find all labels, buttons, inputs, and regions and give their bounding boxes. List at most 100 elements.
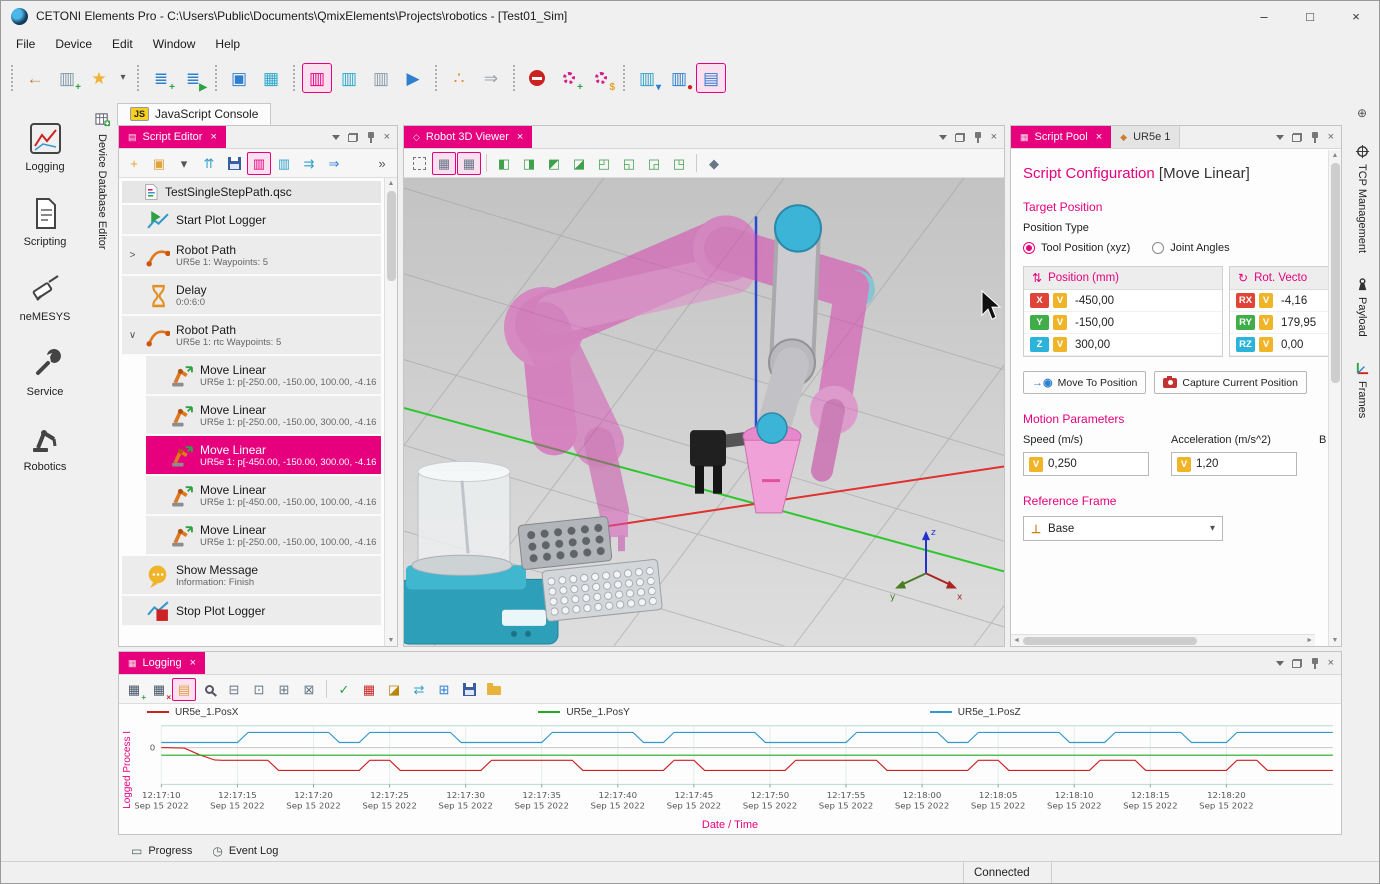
scrollbar-thumb[interactable] [1023,637,1197,645]
view-left-button[interactable]: ◩ [542,152,566,175]
expander-collapsed-icon[interactable]: > [126,250,139,261]
scale-fit-button[interactable]: ⊞ [272,678,296,701]
scroll-up-icon[interactable]: ▲ [1332,152,1339,159]
position-value-y[interactable]: -150,00 [1075,317,1114,329]
close-icon[interactable]: × [517,131,523,143]
device-wizard-dropdown[interactable]: ▾ [116,63,130,93]
position-value-z[interactable]: 300,00 [1075,339,1110,351]
panel-dropdown-icon[interactable] [1276,135,1284,140]
panel-dropdown-icon[interactable] [332,135,340,140]
emergency-stop-button[interactable] [522,63,552,93]
close-all-views-button[interactable]: ▥● [664,63,694,93]
scrollbar-thumb[interactable] [1331,163,1340,383]
panel-close-icon[interactable]: × [1328,131,1334,143]
tab-javascript-console[interactable]: JS JavaScript Console [117,103,271,125]
tile-view-button[interactable]: ▥▾ [632,63,662,93]
add-to-process-list-button[interactable]: ≣+ [146,63,176,93]
scroll-down-icon[interactable]: ▼ [388,637,395,644]
script-step-7-move-linear[interactable]: Move LinearUR5e 1: p[-450.00, -150.00, 3… [146,436,381,476]
script-step-8-move-linear[interactable]: Move LinearUR5e 1: p[-450.00, -150.00, 1… [146,476,381,516]
table-view-button[interactable]: ⊞ [432,678,456,701]
start-process-list-button[interactable]: ≣▶ [178,63,208,93]
save-log-button[interactable] [457,678,481,701]
move-to-position-button[interactable]: →◉ Move To Position [1023,371,1146,394]
scroll-up-icon[interactable]: ▲ [388,180,395,187]
tab-ur5e-1[interactable]: ◆ UR5e 1 [1111,126,1180,148]
script-step-9-move-linear[interactable]: Move LinearUR5e 1: p[-250.00, -150.00, 1… [146,516,381,556]
scroll-right-icon[interactable]: ► [1306,637,1313,644]
open-log-button[interactable] [482,678,506,701]
toolbar-overflow-button[interactable]: » [370,152,394,175]
progress-button[interactable]: ▭Progress [123,840,200,862]
acceleration-variable-badge[interactable]: V [1177,457,1191,472]
speed-variable-badge[interactable]: V [1029,457,1043,472]
add-log-channel-button[interactable]: ▦+ [122,678,146,701]
view-front-button[interactable]: ◧ [492,152,516,175]
toggle-floor-grid-button[interactable]: ▦ [457,152,481,175]
sidebar-item-service[interactable]: Service [5,347,85,398]
perspective-cube-button[interactable]: ◆ [702,152,726,175]
add-config-button[interactable]: $ [586,63,616,93]
scroll-left-icon[interactable]: ◄ [1013,637,1020,644]
run-selection-button[interactable]: ▥ [272,152,296,175]
close-window-button[interactable]: × [1333,1,1379,31]
script-step-11-stop-plot-logger[interactable]: Stop Plot Logger [122,596,381,627]
panel-float-icon[interactable] [955,133,965,142]
toggle-perspective-grid-button[interactable]: ▦ [432,152,456,175]
position-value-x[interactable]: -450,00 [1075,295,1114,307]
event-log-button[interactable]: ◷Event Log [204,840,286,862]
scale-auto-button[interactable]: ⊠ [297,678,321,701]
radio-joint-angles[interactable] [1152,242,1164,254]
validate-button[interactable]: ✓ [332,678,356,701]
panel-float-icon[interactable] [1292,659,1302,668]
sidebar-item-nemesys[interactable]: neMESYS [5,272,85,323]
minimize-button[interactable]: – [1241,1,1287,31]
show-device-panel-button[interactable]: ▣ [224,63,254,93]
new-script-function-button[interactable]: + [122,152,146,175]
menu-edit[interactable]: Edit [103,34,142,54]
step-over-button[interactable]: ⇉ [297,152,321,175]
rotation-value-ry[interactable]: 179,95 [1281,317,1316,329]
variable-badge[interactable]: V [1053,337,1067,352]
tab-robot-3d-viewer[interactable]: ◇ Robot 3D Viewer × [404,126,532,148]
panel-close-icon[interactable]: × [1328,657,1334,669]
clear-data-button[interactable]: ▦ [357,678,381,701]
panel-float-icon[interactable] [1292,133,1302,142]
variable-badge[interactable]: V [1259,315,1273,330]
toggle-ground-button[interactable] [407,152,431,175]
tab-frames[interactable]: Frames [1355,361,1370,418]
erase-button[interactable]: ◪ [382,678,406,701]
rail-expand-button[interactable]: ⊕ [1357,106,1367,120]
tab-script-editor[interactable]: ▤ Script Editor × [119,126,226,148]
variable-badge[interactable]: V [1259,293,1273,308]
valve-settings-button[interactable]: ▤ [696,63,726,93]
functions-dropdown[interactable]: ▾ [172,152,196,175]
script-pool-scrollbar[interactable]: ▲ ▼ [1328,150,1341,646]
robot-3d-canvas[interactable]: z x y [404,178,1004,646]
tab-payload[interactable]: Payload [1355,277,1370,337]
tab-device-database-editor[interactable]: Device Database Editor [89,100,115,861]
script-step-3-delay[interactable]: Delay0:0:6:0 [122,276,381,316]
add-device-button[interactable]: ▥+ [52,63,82,93]
close-icon[interactable]: × [210,131,216,143]
panel-float-icon[interactable] [348,133,358,142]
sidebar-item-robotics[interactable]: Robotics [5,422,85,473]
view-bottom-button[interactable]: ◱ [617,152,641,175]
zoom-button[interactable] [197,678,221,701]
sidebar-item-logging[interactable]: Logging [5,122,85,173]
close-icon[interactable]: × [190,657,196,669]
script-file-header[interactable]: TestSingleStepPath.qsc [122,181,381,203]
variable-badge[interactable]: V [1053,293,1067,308]
menu-file[interactable]: File [7,34,44,54]
script-pool-hscrollbar[interactable]: ◄ ► [1011,634,1315,646]
expander-expanded-icon[interactable]: ∨ [126,330,139,341]
rotation-value-rx[interactable]: -4,16 [1281,295,1307,307]
export-data-button[interactable]: ⇄ [407,678,431,701]
run-script-button[interactable]: ▶ [398,63,428,93]
panel-pin-icon[interactable] [1310,132,1320,143]
menu-window[interactable]: Window [144,34,205,54]
import-function-button[interactable]: ▣ [147,152,171,175]
continue-script-button[interactable]: ⇒ [476,63,506,93]
notes-button[interactable]: ▤ [172,678,196,701]
logging-chart-svg[interactable]: 12:17:10Sep 15 202212:17:15Sep 15 202212… [135,720,1341,819]
